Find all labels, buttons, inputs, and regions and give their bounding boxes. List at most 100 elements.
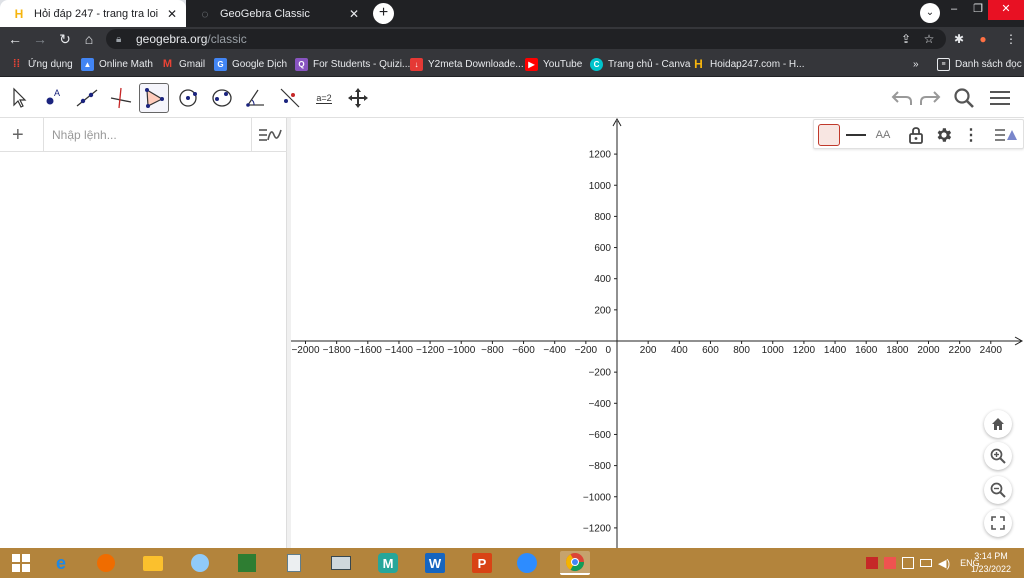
tab-search-button[interactable]: ⌄: [920, 3, 940, 23]
gmail-icon: M: [162, 58, 173, 70]
zoom-in-button[interactable]: [984, 442, 1012, 470]
bookmark-y2meta[interactable]: ↓ Y2meta Downloade...: [410, 55, 524, 73]
profile-avatar[interactable]: ●: [975, 30, 991, 48]
redo-icon: [920, 91, 941, 105]
tool-slider[interactable]: a=2: [309, 83, 339, 113]
internet-explorer-icon[interactable]: e: [46, 551, 76, 575]
redo-button[interactable]: [916, 85, 944, 111]
x-tick-label: 1400: [824, 345, 847, 356]
mathtype-icon[interactable]: M: [373, 551, 403, 575]
algebra-settings-button[interactable]: [251, 118, 287, 152]
hoidap247-icon: H: [694, 57, 703, 71]
tray-app-icon[interactable]: [884, 557, 896, 569]
hamburger-menu-icon: [990, 91, 1010, 105]
bookmark-youtube[interactable]: ▶ YouTube: [525, 55, 582, 73]
bookmark-apps[interactable]: ⁞⁞ Ứng dụng: [10, 55, 73, 73]
y-tick-label: 200: [594, 305, 611, 316]
remote-desktop-icon[interactable]: [326, 551, 356, 575]
command-input[interactable]: Nhập lệnh...: [52, 128, 117, 142]
search-button[interactable]: [950, 85, 978, 111]
share-icon[interactable]: ⇪: [898, 30, 914, 48]
bookmark-google-translate[interactable]: G Google Dịch: [214, 55, 287, 73]
x-tick-label: 800: [733, 345, 750, 356]
file-explorer-icon[interactable]: [138, 551, 168, 575]
tool-point[interactable]: A: [38, 83, 68, 113]
new-tab-button[interactable]: +: [373, 3, 394, 24]
bookmark-hoidap247[interactable]: H Hoidap247.com - H...: [692, 55, 804, 73]
toggle-style-bar-button[interactable]: [994, 123, 1018, 147]
lock-button[interactable]: [904, 123, 928, 147]
x-tick-label: −1400: [385, 345, 414, 356]
line-style-button[interactable]: [844, 123, 868, 147]
bookmark-star-icon[interactable]: ☆: [921, 30, 937, 48]
fullscreen-button[interactable]: [984, 509, 1012, 537]
search-icon: [954, 88, 974, 108]
x-tick-label: −1800: [323, 345, 352, 356]
more-vert-icon: ⋮: [963, 127, 979, 144]
tool-line[interactable]: [72, 83, 102, 113]
graphics-view[interactable]: −2000 −1800 −1600 −1400 −1200 −1000 −800 −600 −4…: [291, 118, 1024, 548]
address-bar[interactable]: 🔒︎ geogebra.org /classic: [106, 29, 946, 49]
bookmark-gmail[interactable]: M Gmail: [161, 55, 205, 73]
tool-polygon[interactable]: [139, 83, 169, 113]
bookmark-quizizz[interactable]: Q For Students - Quizi...: [295, 55, 410, 73]
antivirus-icon[interactable]: [866, 557, 878, 569]
close-icon[interactable]: ✕: [164, 7, 180, 21]
settings-button[interactable]: [932, 123, 956, 147]
reading-list-button[interactable]: ≡ Danh sách đọc: [937, 55, 1022, 73]
calculator-icon[interactable]: [279, 551, 309, 575]
tab-hoidap247[interactable]: H Hỏi đáp 247 - trang tra loi ✕: [0, 0, 186, 27]
undo-button[interactable]: [888, 85, 916, 111]
text-style-button[interactable]: AA: [871, 123, 895, 147]
powerpoint-icon[interactable]: P: [467, 551, 497, 575]
reload-icon[interactable]: ↻: [56, 30, 74, 48]
tool-perpendicular[interactable]: [106, 83, 136, 113]
main-menu-button[interactable]: [986, 85, 1014, 111]
extensions-icon[interactable]: ✱: [951, 30, 967, 48]
home-icon[interactable]: ⌂: [80, 30, 98, 48]
tool-circle[interactable]: [173, 83, 203, 113]
windows-start-icon[interactable]: [6, 551, 36, 575]
battery-icon[interactable]: [920, 559, 932, 567]
angle-icon: [246, 89, 264, 107]
x-tick-label: −600: [512, 345, 535, 356]
media-player-icon[interactable]: [91, 551, 121, 575]
close-icon[interactable]: ✕: [346, 7, 362, 21]
bookmark-canva[interactable]: C Trang chủ - Canva: [590, 55, 690, 73]
back-icon[interactable]: ←: [6, 30, 24, 48]
forward-icon[interactable]: →: [31, 30, 49, 48]
tool-move[interactable]: [4, 83, 34, 113]
more-bookmarks-button[interactable]: »: [913, 55, 919, 73]
taskbar-clock[interactable]: 3:14 PM 1/23/2022: [965, 550, 1017, 576]
network-icon[interactable]: [902, 557, 914, 569]
tab-geogebra[interactable]: ◌ GeoGebra Classic ✕: [186, 0, 368, 27]
zoom-app-icon[interactable]: [512, 551, 542, 575]
x-tick-label: −800: [481, 345, 504, 356]
google-translate-icon: G: [214, 57, 227, 71]
standard-view-button[interactable]: [984, 410, 1012, 438]
color-button[interactable]: [817, 123, 841, 147]
more-options-button[interactable]: ⋮: [959, 123, 983, 147]
algebra-menu-icon: [258, 129, 282, 141]
word-icon[interactable]: W: [420, 551, 450, 575]
fullscreen-icon: [991, 516, 1005, 530]
window-close-icon[interactable]: ✕: [988, 0, 1024, 20]
zoom-out-button[interactable]: [984, 476, 1012, 504]
tool-angle[interactable]: [241, 83, 271, 113]
volume-icon[interactable]: ◀): [938, 557, 950, 570]
chrome-menu-icon[interactable]: ⋮: [1003, 30, 1019, 48]
plus-icon[interactable]: +: [12, 124, 24, 147]
tool-reflect[interactable]: [275, 83, 305, 113]
url-host: geogebra.org: [136, 32, 208, 46]
slider-label: a=2: [316, 92, 332, 104]
tab-strip: H Hỏi đáp 247 - trang tra loi ✕ ◌ GeoGeb…: [0, 0, 1024, 27]
chrome-taskbar-icon[interactable]: [560, 551, 590, 575]
y-tick-label: 800: [594, 212, 611, 223]
bookmark-online-math[interactable]: ▲ Online Math: [81, 55, 153, 73]
youtube-icon: ▶: [525, 57, 538, 71]
tool-ellipse[interactable]: [207, 83, 237, 113]
store-icon[interactable]: [232, 551, 262, 575]
paint-icon[interactable]: [185, 551, 215, 575]
tool-move-graphics[interactable]: [343, 83, 373, 113]
y2meta-icon: ↓: [410, 57, 423, 71]
